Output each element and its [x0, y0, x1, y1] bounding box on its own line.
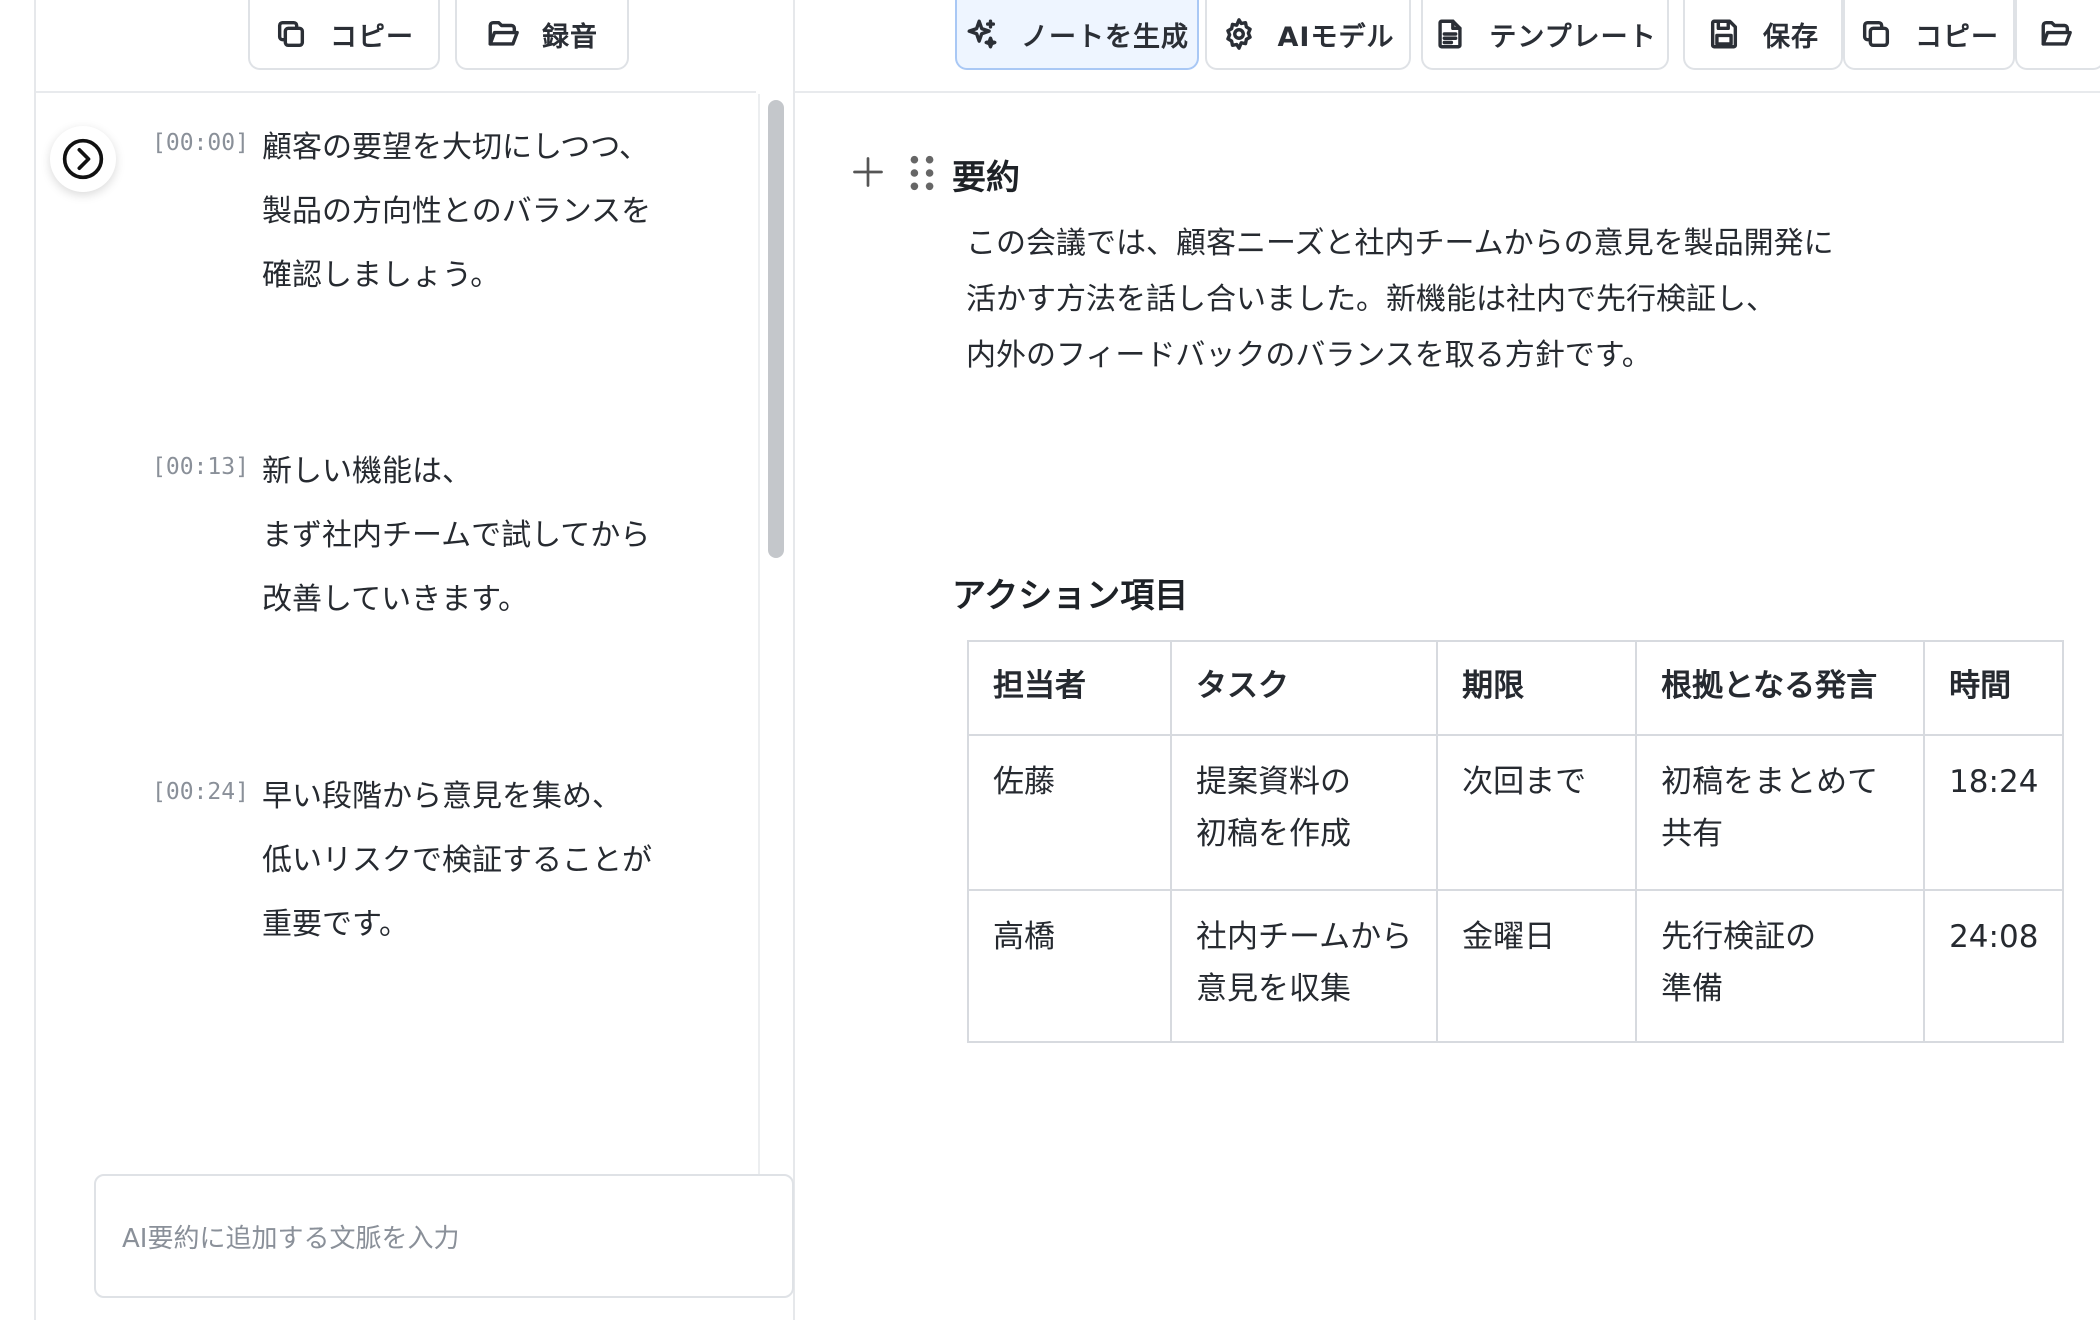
- task-cell: 提案資料の 初稿を作成: [1169, 734, 1439, 891]
- folder-open-icon: [2041, 20, 2072, 46]
- action-items-table: 担当者 タスク 期限 根拠となる発言 時間 佐藤 提案資料の 初稿を作成 次回ま…: [967, 640, 2065, 1043]
- summary-line: 活かす方法を話し合いました。新機能は社内で先行検証し、: [966, 282, 1776, 317]
- ai-model-label: AIモデル: [1277, 21, 1395, 53]
- due-cell: 次回まで: [1436, 734, 1638, 891]
- summary-heading: 要約: [952, 158, 1020, 198]
- time-cell[interactable]: 24:08: [1923, 889, 2065, 1043]
- segment-text-line: 顧客の要望を大切にしつつ、: [262, 130, 649, 165]
- save-label: 保存: [1763, 21, 1819, 53]
- recording-button[interactable]: 録音: [455, 0, 629, 70]
- segment-text-line: まず社内チームで試してから: [262, 518, 651, 553]
- template-button[interactable]: テンプレート: [1421, 0, 1669, 70]
- evidence-line: 初稿をまとめて: [1661, 764, 1879, 800]
- app-window: コピー 録音 ノートを生成 AIモデル テンプレート 保存 コピー [00:00…: [0, 0, 2100, 1320]
- copy-transcript-label: コピー: [330, 21, 414, 53]
- context-input[interactable]: AI要約に追加する文脈を入力: [94, 1174, 794, 1298]
- task-line: 意見を収集: [1196, 971, 1351, 1007]
- segment-text-line: 製品の方向性とのバランスを: [262, 194, 652, 229]
- evidence-cell: 初稿をまとめて 共有: [1635, 734, 1926, 891]
- context-input-placeholder: AI要約に追加する文脈を入力: [122, 1223, 460, 1254]
- evidence-cell: 先行検証の 準備: [1635, 889, 1926, 1043]
- table-row: 佐藤 提案資料の 初稿を作成 次回まで 初稿をまとめて 共有 18:24: [967, 734, 2065, 891]
- right-header-divider: [795, 91, 2100, 93]
- owner-cell: 佐藤: [967, 734, 1172, 891]
- save-icon: [1710, 19, 1738, 49]
- table-row: 高橋 社内チームから 意見を収集 金曜日 先行検証の 準備 24:08: [967, 889, 2065, 1043]
- segment-text-line: 低いリスクで検証することが: [262, 843, 652, 878]
- recording-label: 録音: [542, 21, 598, 53]
- template-label: テンプレート: [1489, 21, 1657, 53]
- open-folder-button[interactable]: [2015, 0, 2100, 70]
- copy-icon: [277, 20, 305, 48]
- task-line: 初稿を作成: [1196, 816, 1351, 852]
- task-line: 提案資料の: [1196, 764, 1351, 800]
- document-icon: [1438, 19, 1463, 49]
- chevron-right-circle-icon: [62, 138, 104, 180]
- evidence-line: 先行検証の: [1661, 919, 1817, 955]
- evidence-line: 共有: [1661, 816, 1724, 852]
- left-gutter-divider: [34, 0, 36, 1320]
- add-block-icon[interactable]: [850, 154, 886, 190]
- generate-note-label: ノートを生成: [1021, 21, 1189, 53]
- segment-text-line: 確認しましょう。: [262, 258, 501, 293]
- generate-note-button[interactable]: ノートを生成: [955, 0, 1199, 70]
- summary-body: この会議では、顧客ニーズと社内チームからの意見を製品開発に 活かす方法を話し合い…: [966, 222, 1966, 390]
- folder-open-icon: [488, 20, 519, 46]
- time-cell[interactable]: 18:24: [1923, 734, 2065, 891]
- save-button[interactable]: 保存: [1683, 0, 1843, 70]
- segment-text-line: 新しい機能は、: [262, 454, 472, 489]
- action-items-heading: アクション項目: [952, 576, 1189, 616]
- copy-note-label: コピー: [1915, 21, 1999, 53]
- panel-divider: [793, 0, 795, 1320]
- task-line: 社内チームから: [1196, 919, 1413, 955]
- column-header-due: 期限: [1436, 640, 1638, 736]
- segment-text-line: 重要です。: [262, 907, 409, 942]
- expand-panel-button[interactable]: [50, 126, 116, 192]
- summary-line: この会議では、顧客ニーズと社内チームからの意見を製品開発に: [966, 226, 1834, 261]
- segment-timestamp: [00:24]: [152, 779, 249, 805]
- due-cell: 金曜日: [1436, 889, 1638, 1043]
- summary-line: 内外のフィードバックのバランスを取る方針です。: [966, 338, 1652, 373]
- owner-cell: 高橋: [967, 889, 1172, 1043]
- segment-text-line: 早い段階から意見を集め、: [262, 779, 622, 814]
- table-header-row: 担当者 タスク 期限 根拠となる発言 時間: [967, 640, 2065, 736]
- task-cell: 社内チームから 意見を収集: [1169, 889, 1439, 1043]
- gear-icon: [1225, 18, 1252, 50]
- column-header-evidence: 根拠となる発言: [1635, 640, 1926, 736]
- segment-timestamp: [00:00]: [152, 130, 249, 156]
- copy-note-button[interactable]: コピー: [1843, 0, 2015, 70]
- ai-model-button[interactable]: AIモデル: [1205, 0, 1411, 70]
- copy-transcript-button[interactable]: コピー: [248, 0, 440, 70]
- copy-icon: [1862, 20, 1890, 48]
- column-header-owner: 担当者: [967, 640, 1172, 736]
- segment-timestamp: [00:13]: [152, 454, 249, 480]
- left-header-divider: [36, 91, 756, 93]
- drag-handle-icon[interactable]: [908, 154, 936, 192]
- column-header-time: 時間: [1923, 640, 2065, 736]
- transcript-scrollbar-thumb[interactable]: [768, 100, 784, 558]
- column-header-task: タスク: [1169, 640, 1439, 736]
- evidence-line: 準備: [1661, 971, 1724, 1007]
- sparkle-icon: [967, 19, 997, 49]
- segment-text-line: 改善していきます。: [262, 582, 529, 617]
